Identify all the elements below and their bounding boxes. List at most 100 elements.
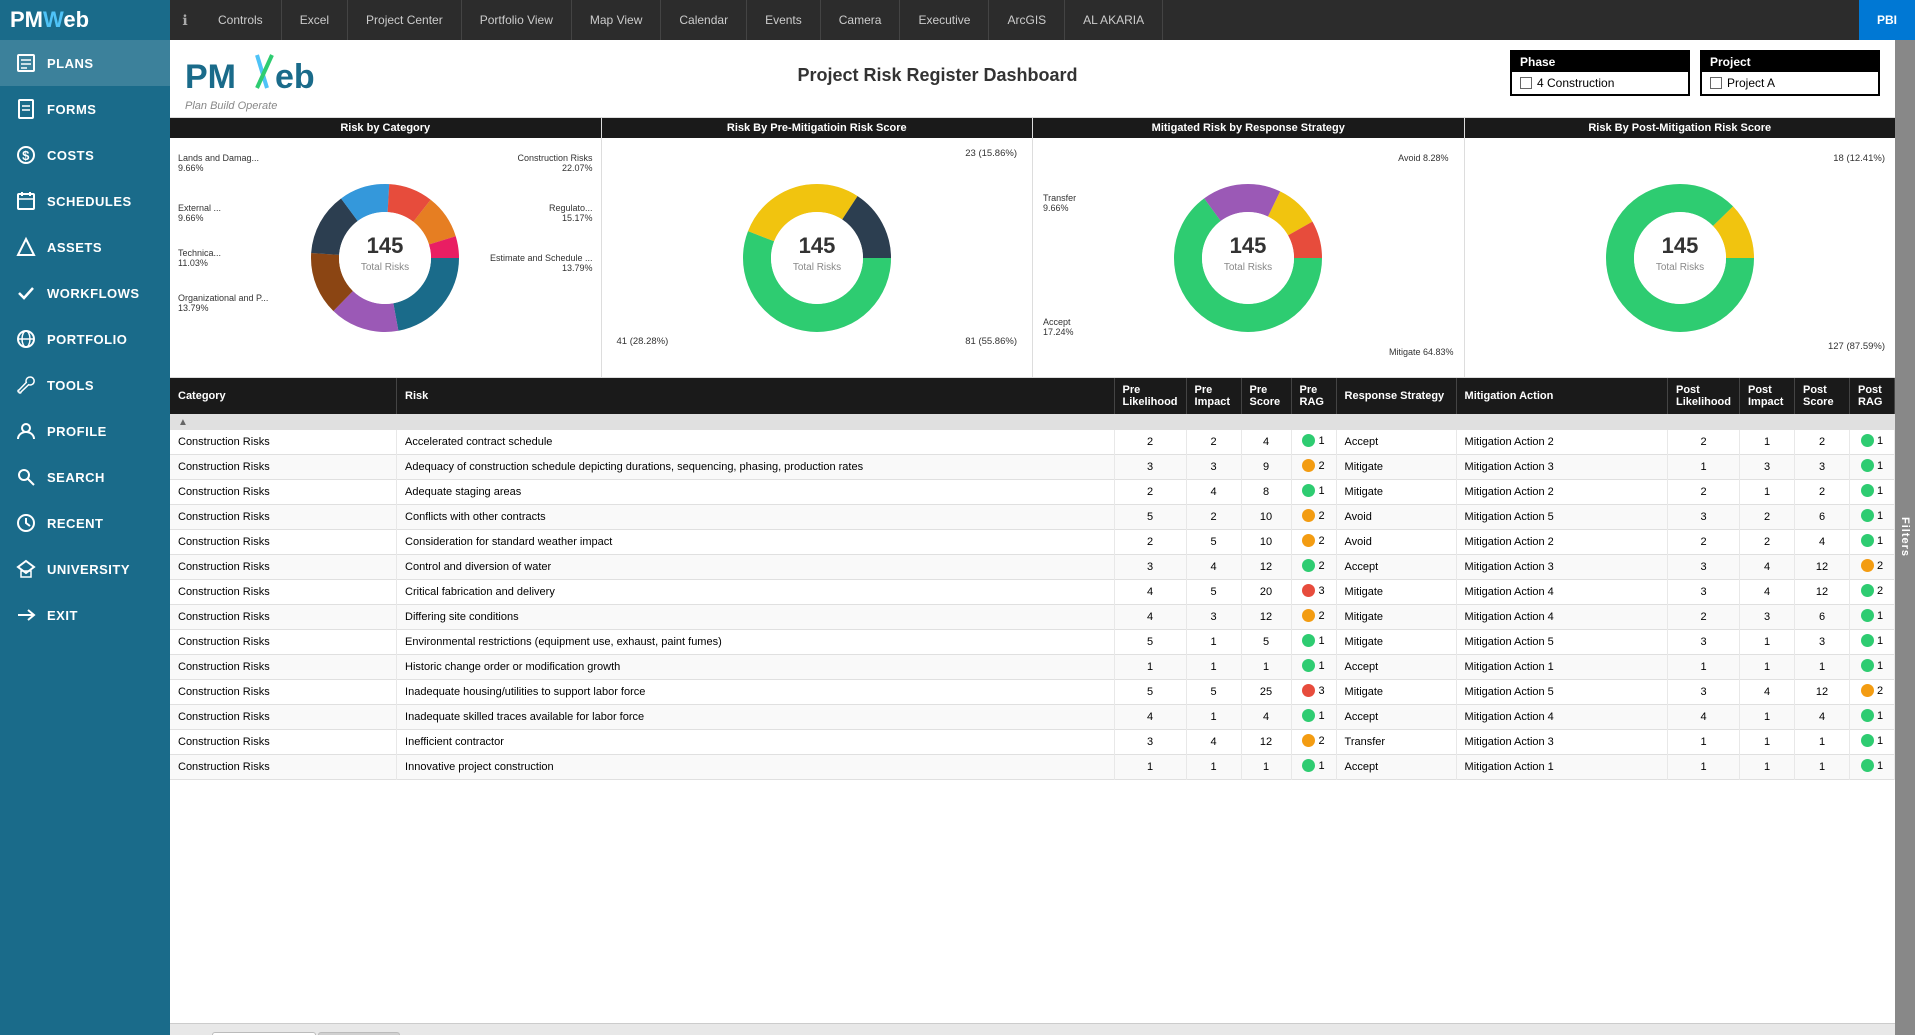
sidebar-item-recent[interactable]: RECENT	[0, 500, 170, 546]
pre-rag-val: 1	[1318, 760, 1324, 772]
sidebar-item-profile[interactable]: PROFILE	[0, 408, 170, 454]
info-icon[interactable]: ℹ	[170, 0, 200, 40]
cell-mitigation-action: Mitigation Action 4	[1456, 705, 1667, 730]
phase-checkbox[interactable]	[1520, 77, 1532, 89]
col-pre-impact: PreImpact	[1186, 378, 1241, 414]
table-row: Construction Risks Control and diversion…	[170, 555, 1895, 580]
sidebar-item-assets[interactable]: ASSETS	[0, 224, 170, 270]
phase-filter-box[interactable]: Phase 4 Construction	[1510, 50, 1690, 96]
sidebar-item-costs[interactable]: $ COSTS	[0, 132, 170, 178]
nav-calendar[interactable]: Calendar	[661, 0, 747, 40]
chart-risk-by-category: Risk by Category Lands and Damag...9.66%…	[170, 118, 602, 377]
nav-camera[interactable]: Camera	[821, 0, 901, 40]
sort-response[interactable]	[1336, 414, 1456, 430]
sort-pre-likelihood[interactable]	[1114, 414, 1186, 430]
table-row: Construction Risks Adequate staging area…	[170, 480, 1895, 505]
table-row: Construction Risks Conflicts with other …	[170, 505, 1895, 530]
project-filter-box[interactable]: Project Project A	[1700, 50, 1880, 96]
post-rag-val: 2	[1877, 685, 1883, 697]
sidebar-item-university[interactable]: UNIVERSITY	[0, 546, 170, 592]
cell-pre-likelihood: 4	[1114, 580, 1186, 605]
cell-risk: Inefficient contractor	[397, 730, 1114, 755]
nav-alakaria[interactable]: AL AKARIA	[1065, 0, 1163, 40]
cell-post-score: 4	[1795, 705, 1850, 730]
nav-executive[interactable]: Executive	[900, 0, 989, 40]
svg-text:Total Risks: Total Risks	[361, 262, 409, 273]
table-header: Category Risk PreLikelihood PreImpact Pr…	[170, 378, 1895, 414]
tab-nav-arrows: ◀ ▶	[180, 1031, 210, 1035]
nav-arcgis[interactable]: ArcGIS	[989, 0, 1065, 40]
nav-items: Controls Excel Project Center Portfolio …	[200, 0, 1859, 40]
sidebar-label-forms: FORMS	[47, 102, 96, 117]
filters-panel[interactable]: Filters	[1895, 40, 1915, 1035]
cell-post-score: 12	[1795, 580, 1850, 605]
sort-post-rag[interactable]	[1850, 414, 1895, 430]
col-post-likelihood: PostLikelihood	[1668, 378, 1740, 414]
col-risk: Risk	[397, 378, 1114, 414]
cell-post-score: 1	[1795, 755, 1850, 780]
nav-controls[interactable]: Controls	[200, 0, 282, 40]
profile-icon	[15, 420, 37, 442]
sort-post-likelihood[interactable]	[1668, 414, 1740, 430]
forms-icon	[15, 98, 37, 120]
sidebar-item-workflows[interactable]: WORKFLOWS	[0, 270, 170, 316]
post-rag-val: 1	[1877, 660, 1883, 672]
table-wrapper[interactable]: Category Risk PreLikelihood PreImpact Pr…	[170, 378, 1895, 1023]
sidebar-item-plans[interactable]: PLANS	[0, 40, 170, 86]
cell-post-likelihood: 3	[1668, 680, 1740, 705]
sort-post-impact[interactable]	[1740, 414, 1795, 430]
sort-post-score[interactable]	[1795, 414, 1850, 430]
sidebar-item-search[interactable]: SEARCH	[0, 454, 170, 500]
cell-post-impact: 2	[1740, 505, 1795, 530]
sort-risk[interactable]	[397, 414, 1114, 430]
sort-pre-rag[interactable]	[1291, 414, 1336, 430]
donut-chart-3: 145 Total Risks	[1168, 178, 1328, 338]
cell-pre-likelihood: 4	[1114, 705, 1186, 730]
nav-project-center[interactable]: Project Center	[348, 0, 462, 40]
pre-rag-val: 1	[1318, 435, 1324, 447]
cell-post-likelihood: 4	[1668, 705, 1740, 730]
sidebar-item-forms[interactable]: FORMS	[0, 86, 170, 132]
workflows-icon	[15, 282, 37, 304]
sidebar-label-recent: RECENT	[47, 516, 103, 531]
cell-post-impact: 1	[1740, 430, 1795, 455]
sidebar-item-schedules[interactable]: SCHEDULES	[0, 178, 170, 224]
cell-risk: Historic change order or modification gr…	[397, 655, 1114, 680]
sort-pre-impact[interactable]	[1186, 414, 1241, 430]
cell-pre-score: 10	[1241, 530, 1291, 555]
cell-pre-impact: 5	[1186, 580, 1241, 605]
cell-pre-rag: 2	[1291, 605, 1336, 630]
nav-pbi[interactable]: PBI	[1859, 0, 1915, 40]
chart-pre-mitigation: Risk By Pre-Mitigatioin Risk Score 23 (1…	[602, 118, 1034, 377]
sidebar-item-tools[interactable]: TOOLS	[0, 362, 170, 408]
project-checkbox[interactable]	[1710, 77, 1722, 89]
cell-pre-score: 20	[1241, 580, 1291, 605]
cell-response-strategy: Mitigate	[1336, 605, 1456, 630]
legend-external: External ...9.66%	[178, 203, 221, 223]
svg-text:145: 145	[798, 233, 835, 258]
post-rag-val: 1	[1877, 635, 1883, 647]
nav-events[interactable]: Events	[747, 0, 821, 40]
table-row: Construction Risks Critical fabrication …	[170, 580, 1895, 605]
cell-post-score: 1	[1795, 730, 1850, 755]
post-rag-dot	[1861, 509, 1874, 522]
cell-response-strategy: Accept	[1336, 655, 1456, 680]
cell-response-strategy: Mitigate	[1336, 480, 1456, 505]
nav-excel[interactable]: Excel	[282, 0, 348, 40]
sort-pre-score[interactable]	[1241, 414, 1291, 430]
post-rag-dot	[1861, 534, 1874, 547]
cell-pre-likelihood: 3	[1114, 555, 1186, 580]
pre-rag-val: 2	[1318, 510, 1324, 522]
nav-map-view[interactable]: Map View	[572, 0, 661, 40]
nav-portfolio-view[interactable]: Portfolio View	[462, 0, 572, 40]
sidebar-item-exit[interactable]: EXIT	[0, 592, 170, 638]
cell-risk: Environmental restrictions (equipment us…	[397, 630, 1114, 655]
cell-pre-score: 4	[1241, 430, 1291, 455]
plans-icon	[15, 52, 37, 74]
sort-category[interactable]: ▲	[170, 414, 397, 430]
cell-post-likelihood: 2	[1668, 430, 1740, 455]
cell-pre-likelihood: 3	[1114, 730, 1186, 755]
sidebar-item-portfolio[interactable]: PORTFOLIO	[0, 316, 170, 362]
sort-mitigation[interactable]	[1456, 414, 1667, 430]
cell-mitigation-action: Mitigation Action 1	[1456, 655, 1667, 680]
